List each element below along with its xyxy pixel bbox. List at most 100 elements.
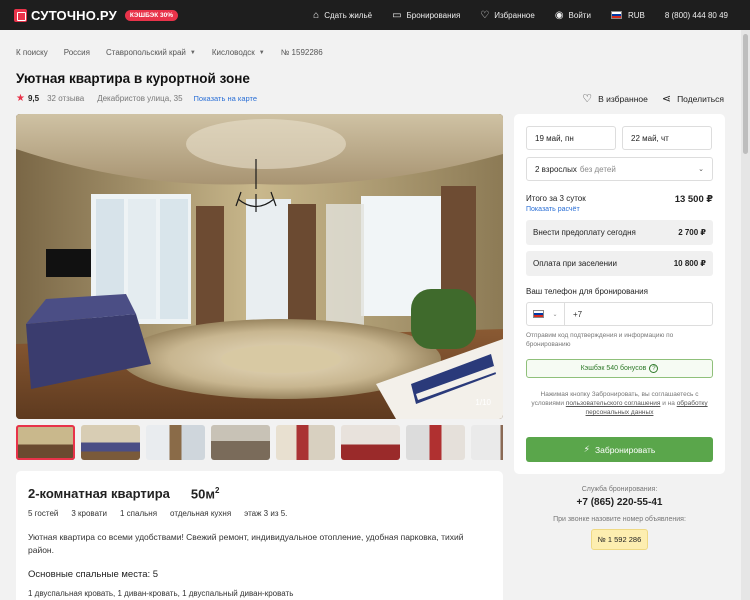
nav-list-property[interactable]: ⌂ Сдать жильё: [313, 10, 372, 21]
main-photo[interactable]: 1/10: [16, 114, 503, 419]
logo-text: СУТОЧНО.РУ: [31, 7, 117, 23]
guests-value: 2 взрослых: [535, 164, 577, 174]
rating-value: 9,5: [27, 94, 40, 103]
phone-field[interactable]: ⌄ +7: [526, 302, 713, 326]
user-icon: ◉: [554, 9, 564, 21]
breadcrumb: К поиску Россия Ставропольский край ▼ Кис…: [16, 48, 339, 57]
room-type: 2-комнатная квартира: [28, 486, 170, 502]
russia-flag-icon: [610, 11, 622, 19]
favorite-label: В избранное: [598, 93, 648, 104]
description-text: Уютная квартира со всеми удобствами! Све…: [28, 532, 464, 556]
photo-counter: 1/10: [475, 398, 491, 407]
breadcrumb-back[interactable]: К поиску: [16, 48, 48, 57]
thumbnail[interactable]: [406, 425, 465, 460]
prepay-row: Внести предоплату сегодня 2 700 ₽: [526, 220, 713, 245]
prepay-label: Внести предоплату сегодня: [533, 228, 636, 237]
show-calculation-link[interactable]: Показать расчёт: [526, 206, 580, 213]
breadcrumb-region-label: Ставропольский край: [105, 48, 186, 57]
breadcrumb-city[interactable]: Кисловодск ▼: [212, 48, 265, 57]
top-nav: ⌂ Сдать жильё ▭ Бронирования ♡ Избранное…: [313, 10, 750, 21]
lightning-icon: ⚡: [583, 444, 590, 454]
spec-kitchen: отдельная кухня: [170, 509, 232, 519]
question-icon[interactable]: ?: [649, 364, 659, 373]
phone-label: Ваш телефон для бронирования: [526, 287, 648, 296]
nav-label: Сдать жильё: [324, 10, 373, 20]
breadcrumb-region[interactable]: Ставропольский край ▼: [106, 48, 196, 57]
guests-select[interactable]: 2 взрослых без детей ⌄: [526, 157, 713, 181]
thumbnail[interactable]: [81, 425, 140, 460]
phone-input[interactable]: +7: [565, 310, 582, 319]
logo-icon: [14, 8, 27, 22]
thumbnail[interactable]: [146, 425, 205, 460]
chevron-down-icon: ⌄: [552, 311, 558, 318]
checkout-date[interactable]: 22 май, чт: [622, 126, 712, 150]
top-bar: СУТОЧНО.РУ КЭШБЭК 30% ⌂ Сдать жильё ▭ Бр…: [0, 0, 750, 30]
header-phone[interactable]: 8 (800) 444 80 49: [665, 11, 728, 20]
scrollbar-thumb[interactable]: [743, 34, 748, 154]
scrollbar[interactable]: [741, 30, 750, 600]
chevron-down-icon: ▼: [258, 49, 265, 56]
house-plus-icon: ⌂: [313, 9, 320, 21]
booking-panel: 19 май, пн 22 май, чт 2 взрослых без дет…: [514, 114, 725, 474]
chevron-down-icon: ▼: [189, 49, 196, 56]
breadcrumb-country[interactable]: Россия: [64, 48, 90, 57]
book-button-label: Забронировать: [594, 444, 656, 455]
thumbnail-strip: [16, 425, 503, 460]
cashback-info[interactable]: Кэшбэк 540 бонусов ?: [526, 359, 713, 378]
description-card: 2-комнатная квартира 50м2 5 гостей 3 кро…: [16, 471, 503, 600]
share-button[interactable]: ⋖ Поделиться: [662, 92, 724, 105]
cashback-badge[interactable]: КЭШБЭК 30%: [124, 9, 178, 21]
checkin-date[interactable]: 19 май, пн: [526, 126, 616, 150]
nav-login[interactable]: ◉ Войти: [555, 10, 591, 21]
nav-favorites[interactable]: ♡ Избранное: [480, 10, 535, 21]
listing-number-badge: № 1 592 286: [590, 529, 649, 550]
chevron-down-icon: ⌄: [698, 166, 704, 173]
terms-link[interactable]: пользовательского соглашения: [566, 400, 661, 407]
logo[interactable]: СУТОЧНО.РУ: [14, 8, 117, 23]
thumbnail[interactable]: [276, 425, 335, 460]
star-icon: ★: [16, 93, 25, 104]
onsite-label: Оплата при заселении: [533, 259, 617, 268]
thumbnail[interactable]: [471, 425, 503, 460]
country-code-select[interactable]: ⌄: [527, 303, 565, 325]
currency-selector[interactable]: RUB: [610, 10, 645, 20]
page-title: Уютная квартира в курортной зоне: [16, 71, 250, 86]
spec-bedrooms: 1 спальня: [120, 509, 158, 519]
favorite-button[interactable]: ♡ В избранное: [582, 92, 648, 105]
total-row: Итого за 3 суток 13 500 ₽: [526, 194, 713, 205]
thumbnail[interactable]: [211, 425, 270, 460]
address: Декабристов улица, 35: [97, 94, 183, 103]
share-label: Поделиться: [677, 93, 724, 104]
nav-bookings[interactable]: ▭ Бронирования: [392, 10, 460, 21]
area-unit-sup: 2: [214, 486, 220, 495]
breadcrumb-city-label: Кисловодск: [211, 48, 255, 57]
thumbnail[interactable]: [16, 425, 75, 460]
book-button[interactable]: ⚡ Забронировать: [526, 437, 713, 462]
service-phone[interactable]: +7 (865) 220-55-41: [514, 497, 725, 508]
total-price: 13 500 ₽: [674, 194, 713, 205]
cashback-label: Кэшбэк 540 бонусов: [580, 365, 647, 372]
show-on-map-link[interactable]: Показать на карте: [194, 94, 258, 103]
reviews-link[interactable]: 32 отзыва: [47, 94, 84, 103]
onsite-payment-row: Оплата при заселении 10 800 ₽: [526, 251, 713, 276]
heart-icon: ♡: [582, 93, 593, 105]
onsite-amount: 10 800 ₽: [673, 259, 706, 268]
consent-part2: и на: [660, 400, 677, 407]
consent-text: Нажимая кнопку Забронировать, вы соглаша…: [526, 390, 713, 417]
spec-beds: 3 кровати: [71, 509, 107, 519]
spec-guests: 5 гостей: [28, 509, 59, 519]
russia-flag-icon: [533, 310, 545, 318]
thumbnail[interactable]: [341, 425, 400, 460]
beds-list: 1 двуспальная кровать, 1 диван-кровать, …: [28, 589, 294, 599]
beds-title: Основные спальные места: 5: [28, 569, 159, 581]
share-icon: ⋖: [661, 93, 672, 105]
ticket-icon: ▭: [392, 9, 402, 21]
currency-label: RUB: [627, 10, 645, 20]
area: 50м2: [191, 486, 220, 501]
nav-label: Войти: [568, 10, 591, 20]
total-label: Итого за 3 суток: [526, 194, 586, 203]
description-header: 2-комнатная квартира 50м2: [28, 486, 491, 501]
sms-note: Отправим код подтверждения и информацию …: [526, 332, 674, 348]
listing-actions: ♡ В избранное ⋖ Поделиться: [568, 92, 724, 105]
area-value: 50м: [190, 486, 215, 502]
